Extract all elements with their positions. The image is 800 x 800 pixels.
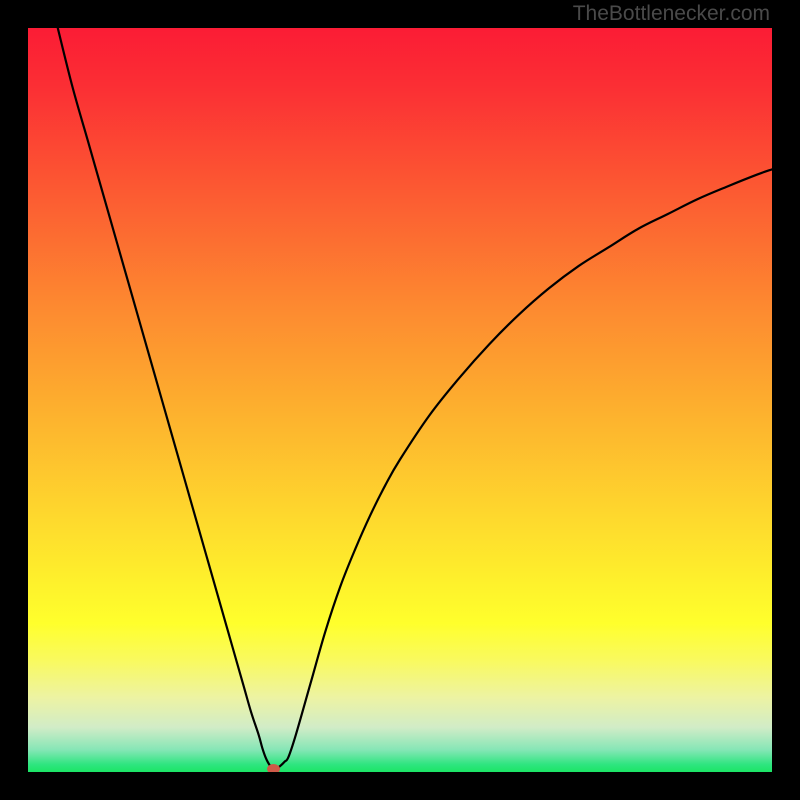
curve-svg xyxy=(28,28,772,772)
bottleneck-curve xyxy=(58,28,772,769)
chart-frame: TheBottlenecker.com xyxy=(0,0,800,800)
watermark-text: TheBottlenecker.com xyxy=(573,2,770,26)
plot-area xyxy=(28,28,772,772)
